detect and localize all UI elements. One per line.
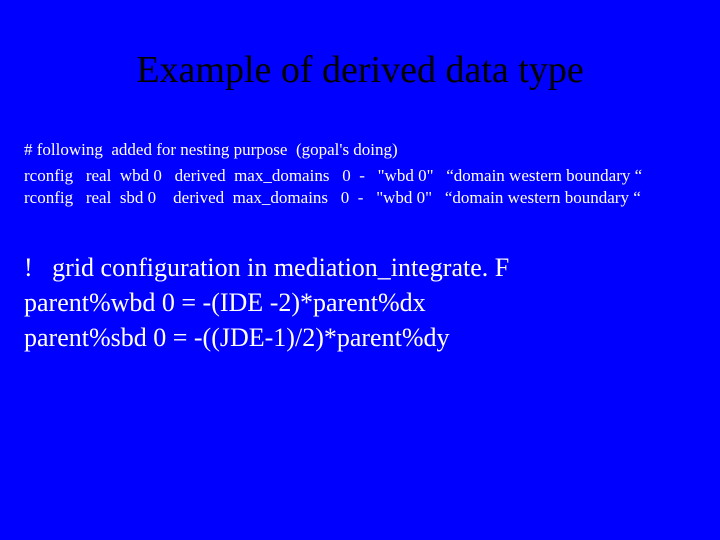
comment-line: # following added for nesting purpose (g… [24, 140, 696, 160]
slide-title: Example of derived data type [0, 48, 720, 92]
rconfig-line-1: rconfig real wbd 0 derived max_domains 0… [24, 166, 696, 186]
rconfig-line-2: rconfig real sbd 0 derived max_domains 0… [24, 188, 696, 208]
code-line-2: parent%wbd 0 = -(IDE -2)*parent%dx [24, 285, 696, 320]
slide: Example of derived data type # following… [0, 0, 720, 540]
code-block: ! grid configuration in mediation_integr… [24, 250, 696, 355]
slide-body: # following added for nesting purpose (g… [24, 140, 696, 355]
code-line-1: ! grid configuration in mediation_integr… [24, 250, 696, 285]
code-line-3: parent%sbd 0 = -((JDE-1)/2)*parent%dy [24, 320, 696, 355]
